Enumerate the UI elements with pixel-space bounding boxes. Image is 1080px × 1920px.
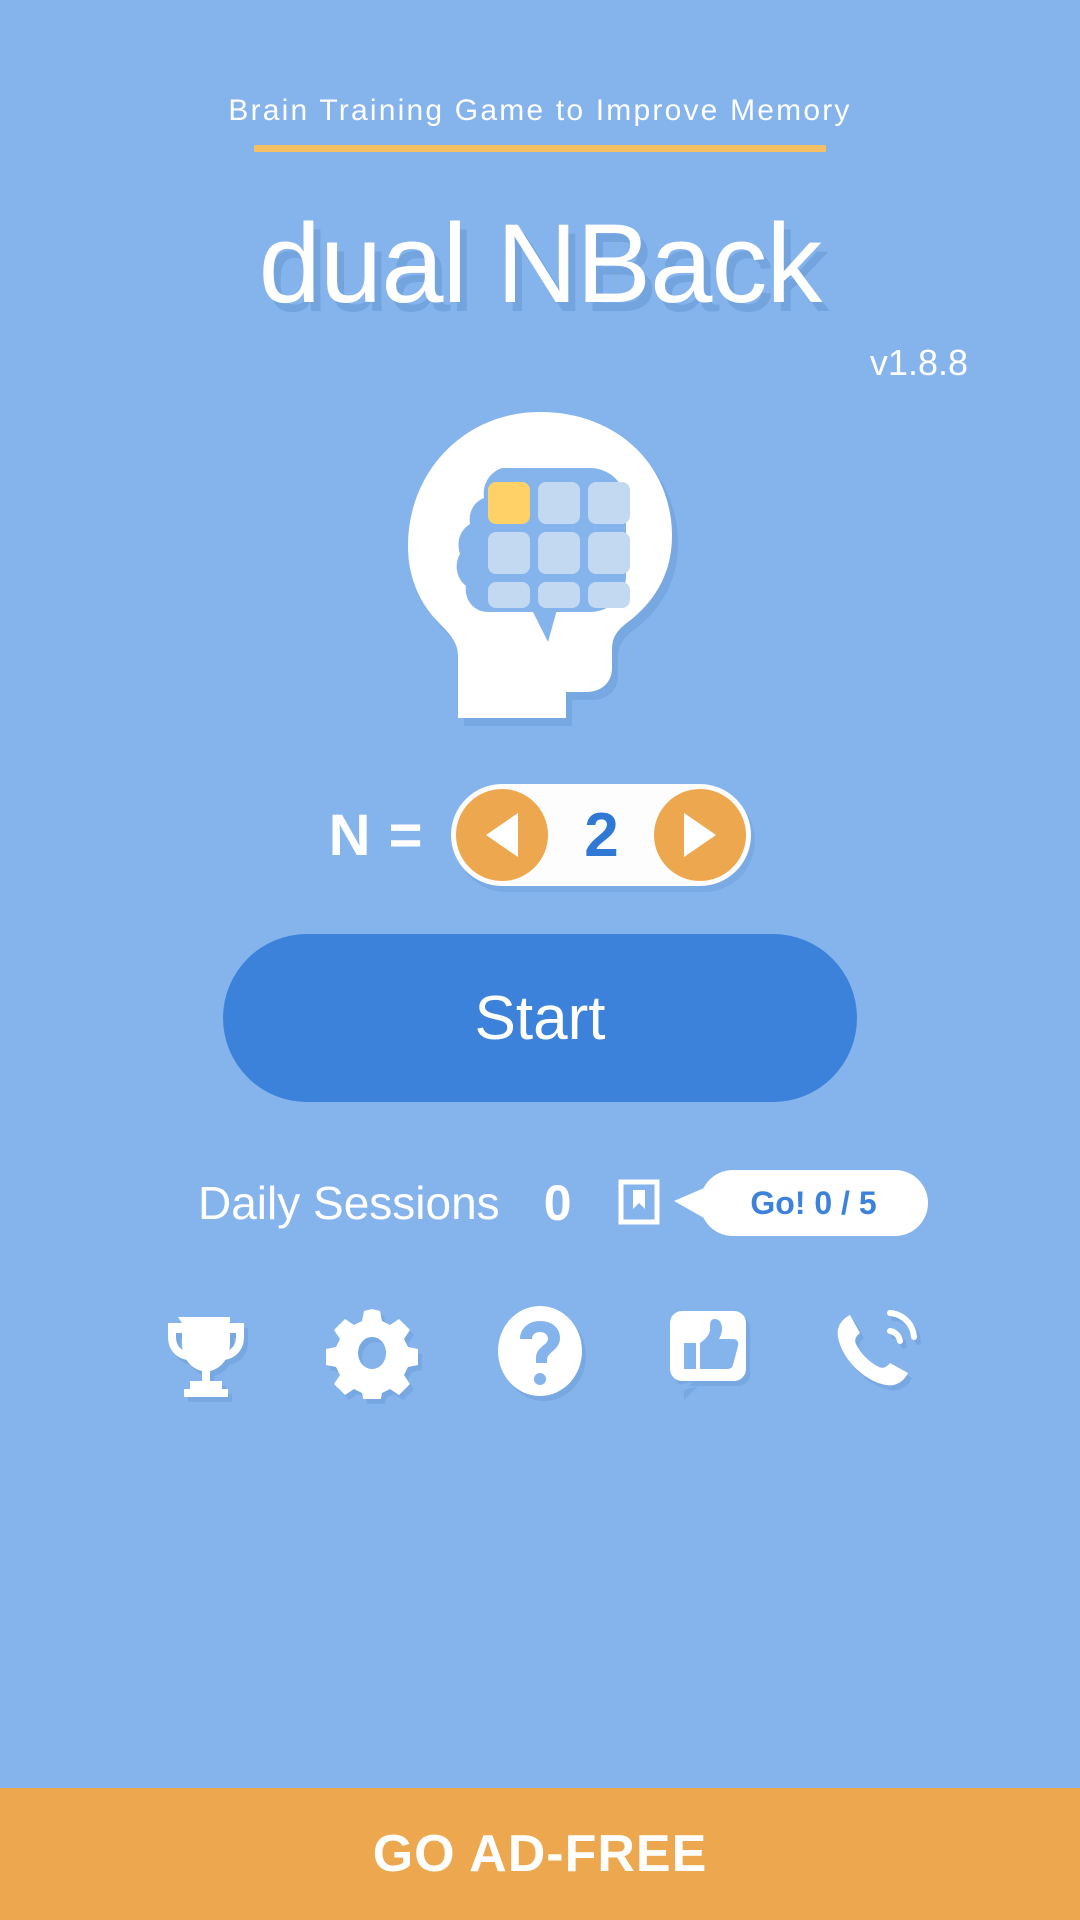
n-increase-button[interactable] xyxy=(654,789,747,881)
trophy-icon[interactable] xyxy=(149,1296,259,1406)
n-decrease-button[interactable] xyxy=(456,789,549,881)
daily-sessions-row: Daily Sessions 0 Go! 0 / 5 xyxy=(0,1170,1080,1236)
phone-icon[interactable] xyxy=(821,1296,931,1406)
n-selector: N = 2 xyxy=(329,784,752,886)
start-button[interactable]: Start xyxy=(223,934,857,1102)
daily-goal-text: Go! 0 / 5 xyxy=(750,1184,877,1221)
question-mark-icon[interactable] xyxy=(485,1296,595,1406)
page-title: dual NBack xyxy=(258,201,823,326)
n-value: 2 xyxy=(584,800,619,870)
bookmark-square-icon xyxy=(616,1177,662,1229)
version-label: v1.8.8 xyxy=(869,342,968,383)
brain-head-logo xyxy=(390,406,690,726)
daily-sessions-label: Daily Sessions xyxy=(198,1177,500,1229)
n-stepper: 2 xyxy=(451,784,752,886)
n-label: N = xyxy=(328,802,424,868)
triangle-left-icon xyxy=(486,813,519,857)
gear-icon[interactable] xyxy=(317,1296,427,1406)
logo-grid xyxy=(488,482,630,608)
tagline: Brain Training Game to Improve Memory xyxy=(228,94,852,127)
daily-sessions-count: 0 xyxy=(543,1175,572,1231)
tagline-underline xyxy=(253,145,826,152)
go-ad-free-label: GO AD-FREE xyxy=(372,1825,708,1883)
daily-goal-bubble[interactable]: Go! 0 / 5 xyxy=(699,1170,928,1236)
tagline-block: Brain Training Game to Improve Memory xyxy=(228,94,851,152)
app-screen: Brain Training Game to Improve Memory du… xyxy=(0,0,1080,1920)
bottom-icon-row xyxy=(0,1296,1080,1406)
thumbs-up-icon[interactable] xyxy=(653,1296,763,1406)
triangle-right-icon xyxy=(684,813,717,857)
go-ad-free-banner[interactable]: GO AD-FREE xyxy=(0,1788,1080,1920)
